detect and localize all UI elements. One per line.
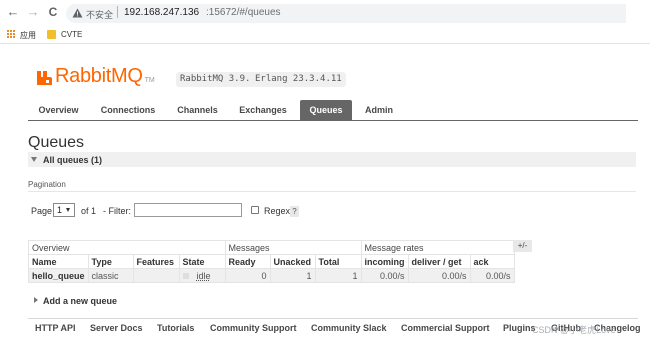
footer-link-community-support[interactable]: Community Support bbox=[210, 323, 297, 333]
tab-admin[interactable]: Admin bbox=[357, 100, 401, 121]
footer-link-http-api[interactable]: HTTP API bbox=[35, 323, 76, 333]
tab-channels[interactable]: Channels bbox=[170, 100, 225, 121]
all-queues-section[interactable] bbox=[28, 152, 636, 167]
queue-deliver-get: 0.00/s bbox=[407, 268, 471, 283]
all-queues-heading[interactable]: All queues (1) bbox=[43, 155, 102, 165]
bookmark-cvte[interactable]: CVTE bbox=[61, 30, 82, 39]
queues-table: Overview Messages Message rates Name Typ… bbox=[28, 240, 515, 283]
footer-link-plugins[interactable]: Plugins bbox=[503, 323, 536, 333]
col-state[interactable]: State bbox=[178, 254, 226, 269]
footer-link-commercial-support[interactable]: Commercial Support bbox=[401, 323, 490, 333]
add-queue-toggle[interactable]: Add a new queue bbox=[43, 296, 117, 306]
queue-incoming: 0.00/s bbox=[360, 268, 409, 283]
tab-queues[interactable]: Queues bbox=[300, 100, 352, 121]
queue-unacked: 1 bbox=[269, 268, 316, 283]
queue-state: idle bbox=[178, 268, 226, 283]
footer-link-community-slack[interactable]: Community Slack bbox=[311, 323, 387, 333]
pagination-divider bbox=[28, 191, 636, 192]
col-ack[interactable]: ack bbox=[469, 254, 515, 269]
queue-ack: 0.00/s bbox=[469, 268, 515, 283]
group-message-rates: Message rates bbox=[360, 240, 515, 255]
col-ready[interactable]: Ready bbox=[224, 254, 271, 269]
tab-connections[interactable]: Connections bbox=[95, 100, 161, 121]
back-arrow-icon[interactable]: ← bbox=[6, 5, 20, 19]
queue-total: 1 bbox=[314, 268, 362, 283]
state-dot-icon bbox=[182, 273, 189, 280]
queue-state-label: idle bbox=[196, 270, 211, 281]
regex-label[interactable]: Regex bbox=[264, 206, 290, 216]
logo-trademark: TM bbox=[144, 77, 155, 84]
help-icon[interactable]: ? bbox=[290, 206, 299, 217]
tab-exchanges[interactable]: Exchanges bbox=[234, 100, 292, 121]
regex-checkbox[interactable] bbox=[251, 206, 259, 214]
url-path: :15672/#/queues bbox=[206, 7, 281, 18]
footer-link-server-docs[interactable]: Server Docs bbox=[90, 323, 143, 333]
column-toggle-button[interactable]: +/- bbox=[513, 240, 532, 252]
erlang-version: Erlang 23.3.4.11 bbox=[251, 72, 346, 87]
tab-overview[interactable]: Overview bbox=[31, 100, 86, 121]
queue-type: classic bbox=[87, 268, 134, 283]
apps-icon[interactable] bbox=[7, 30, 16, 39]
queue-features bbox=[132, 268, 180, 283]
footer-divider bbox=[28, 318, 638, 319]
forward-arrow-icon[interactable]: → bbox=[26, 5, 40, 19]
expand-triangle-icon[interactable] bbox=[34, 297, 38, 303]
col-incoming[interactable]: incoming bbox=[360, 254, 409, 269]
page-select[interactable]: 1 bbox=[53, 203, 75, 217]
not-secure-label: 不安全 bbox=[86, 10, 114, 20]
footer-link-tutorials[interactable]: Tutorials bbox=[157, 323, 194, 333]
chevron-down-icon[interactable] bbox=[66, 208, 70, 212]
collapse-triangle-icon[interactable] bbox=[31, 157, 37, 162]
page-title: Queues bbox=[28, 134, 85, 151]
queue-name-link[interactable]: hello_queue bbox=[28, 268, 89, 283]
rabbitmq-logo[interactable]: RabbitMQ TM bbox=[36, 64, 155, 86]
col-deliver-get[interactable]: deliver / get bbox=[407, 254, 471, 269]
logo-text: RabbitMQ bbox=[55, 65, 143, 87]
queue-ready: 0 bbox=[224, 268, 271, 283]
rabbit-logo-icon bbox=[37, 71, 52, 85]
table-row[interactable]: hello_queue classic idle 0 1 1 0.00/s 0.… bbox=[28, 268, 515, 283]
group-overview: Overview bbox=[28, 240, 226, 255]
col-type[interactable]: Type bbox=[87, 254, 134, 269]
col-unacked[interactable]: Unacked bbox=[269, 254, 316, 269]
col-features[interactable]: Features bbox=[132, 254, 180, 269]
filter-input[interactable] bbox=[134, 203, 242, 217]
filter-label: - Filter: bbox=[103, 206, 131, 216]
folder-icon bbox=[47, 30, 56, 39]
bookmarks-bar bbox=[0, 26, 650, 44]
reload-icon[interactable]: C bbox=[46, 5, 60, 19]
col-total[interactable]: Total bbox=[314, 254, 362, 269]
url-host: 192.168.247.136 bbox=[124, 7, 200, 18]
url-divider bbox=[117, 6, 118, 18]
pagination-heading: Pagination bbox=[28, 180, 66, 189]
page-label: Page bbox=[31, 206, 53, 216]
page-count: of 1 bbox=[81, 206, 97, 216]
warning-icon[interactable] bbox=[72, 8, 83, 18]
col-name[interactable]: Name bbox=[28, 254, 89, 269]
group-messages: Messages bbox=[224, 240, 362, 255]
watermark: CSDN @小老虎Love bbox=[532, 325, 616, 335]
bookmark-apps[interactable]: 应用 bbox=[20, 30, 36, 41]
